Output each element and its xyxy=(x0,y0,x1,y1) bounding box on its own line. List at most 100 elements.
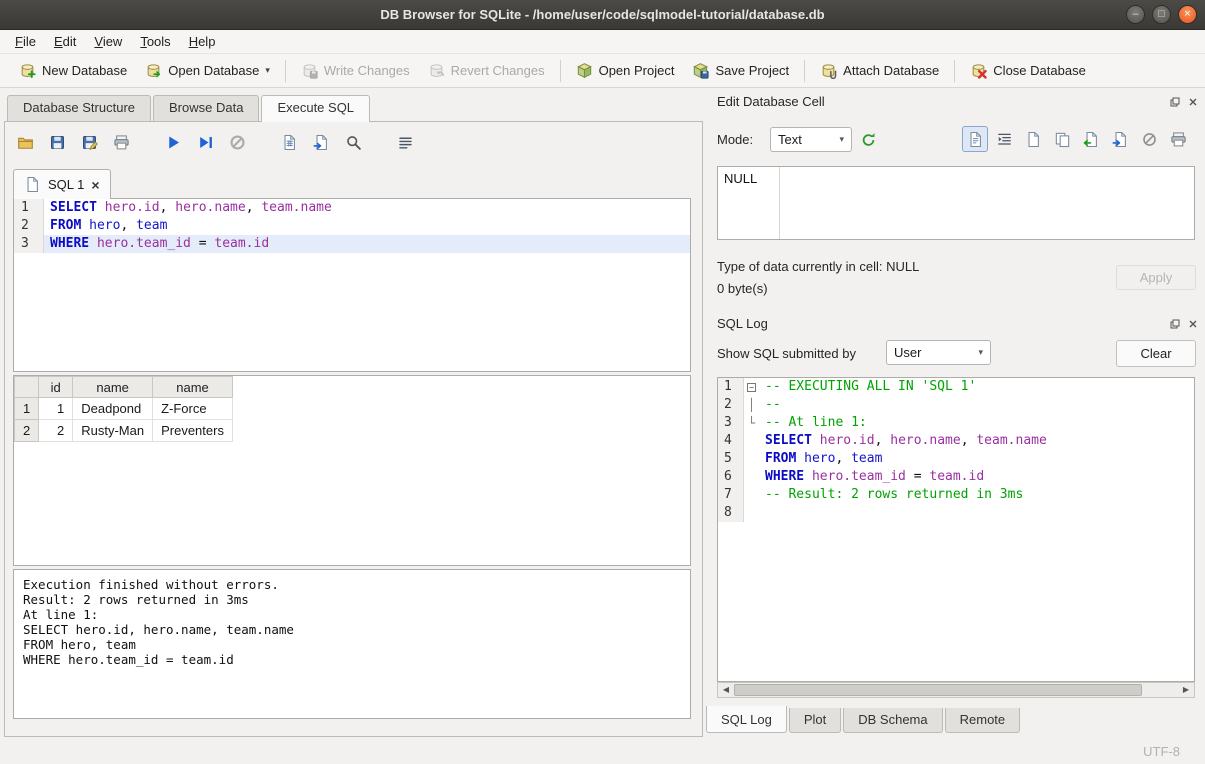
write-changes-button: Write Changes xyxy=(292,58,419,83)
revert-changes-button: Revert Changes xyxy=(419,58,554,83)
right-panel: Edit Database Cell Mode: Text▾ NULL Type… xyxy=(705,88,1205,764)
close-database-button[interactable]: Close Database xyxy=(961,58,1095,83)
mode-combobox[interactable]: Text▾ xyxy=(770,127,852,152)
code-line: 2│-- xyxy=(718,396,1194,414)
find-replace-button[interactable] xyxy=(341,130,365,154)
scroll-left-icon[interactable]: ◀ xyxy=(718,683,734,697)
table-cell[interactable]: 2 xyxy=(39,420,73,442)
log-filter-combobox[interactable]: User▾ xyxy=(886,340,991,365)
toolbar-label: New Database xyxy=(42,63,127,78)
column-header[interactable]: id xyxy=(39,377,73,398)
auto-switch-mode-button[interactable] xyxy=(856,127,880,151)
execution-message-pane: Execution finished without errors.Result… xyxy=(13,569,691,719)
close-button[interactable]: × xyxy=(1178,5,1197,24)
cell-size-info: 0 byte(s) xyxy=(717,281,768,296)
play-bar-icon xyxy=(197,134,214,151)
menu-view[interactable]: View xyxy=(85,31,131,52)
log-filter-value: User xyxy=(894,345,921,360)
export-results-button[interactable] xyxy=(277,130,301,154)
apply-button: Apply xyxy=(1116,265,1196,290)
sql-editor[interactable]: 1SELECT hero.id, hero.name, team.name2FR… xyxy=(13,198,691,372)
code-line: 8 xyxy=(718,504,1194,522)
maximize-button[interactable]: □ xyxy=(1152,5,1171,24)
dock-tab-bar: SQL LogPlotDB SchemaRemote xyxy=(706,708,1022,733)
code-line: 6WHERE hero.team_id = team.id xyxy=(718,468,1194,486)
save-sql-file-as-button[interactable] xyxy=(77,130,101,154)
import-cell-button[interactable] xyxy=(1078,126,1104,152)
format-text-button[interactable] xyxy=(962,126,988,152)
open-sql-file-button[interactable] xyxy=(13,130,37,154)
table-cell[interactable]: Rusty-Man xyxy=(73,420,153,442)
fold-marker[interactable]: − xyxy=(744,378,759,396)
attach-database-button[interactable]: Attach Database xyxy=(811,58,948,83)
doc-grid-icon xyxy=(281,134,298,151)
undock-icon[interactable] xyxy=(1168,317,1181,330)
bottom-tab-db-schema[interactable]: DB Schema xyxy=(843,708,942,733)
export-cell-button[interactable] xyxy=(1107,126,1133,152)
cell-type-info: Type of data currently in cell: NULL xyxy=(717,259,919,274)
minimize-button[interactable]: – xyxy=(1126,5,1145,24)
close-tab-icon[interactable]: × xyxy=(91,179,99,191)
code-line: 4SELECT hero.id, hero.name, team.name xyxy=(718,432,1194,450)
copy-cell-button[interactable] xyxy=(1049,126,1075,152)
table-cell[interactable]: Preventers xyxy=(153,420,233,442)
cell-editor[interactable]: NULL xyxy=(717,166,1195,240)
row-number[interactable]: 2 xyxy=(15,420,39,442)
db-attach-icon xyxy=(820,62,837,79)
fold-marker: │ xyxy=(744,396,759,414)
save-sql-file-button[interactable] xyxy=(45,130,69,154)
results-grid[interactable]: idnamename11DeadpondZ-Force22Rusty-ManPr… xyxy=(13,375,691,566)
find-icon xyxy=(345,134,362,151)
open-database-button[interactable]: Open Database▾ xyxy=(136,58,279,83)
open-external-button[interactable] xyxy=(1020,126,1046,152)
log-horizontal-scrollbar[interactable]: ◀ ▶ xyxy=(717,682,1195,698)
column-header[interactable]: name xyxy=(73,377,153,398)
message-line: WHERE hero.team_id = team.id xyxy=(23,652,681,667)
sql-tab[interactable]: SQL 1 × xyxy=(13,169,111,199)
play-icon xyxy=(165,134,182,151)
bottom-tab-remote[interactable]: Remote xyxy=(945,708,1021,733)
results-table: idnamename11DeadpondZ-Force22Rusty-ManPr… xyxy=(14,376,233,442)
clear-log-button[interactable]: Clear xyxy=(1116,340,1196,367)
scroll-right-icon[interactable]: ▶ xyxy=(1178,683,1194,697)
edit-cell-panel-controls xyxy=(1168,95,1199,108)
column-header[interactable]: name xyxy=(153,377,233,398)
toolbar-separator xyxy=(285,60,286,82)
undock-icon[interactable] xyxy=(1168,95,1181,108)
sql-log-view[interactable]: 1−-- EXECUTING ALL IN 'SQL 1'2│--3└-- At… xyxy=(717,377,1195,682)
tab-execute-sql[interactable]: Execute SQL xyxy=(261,95,370,122)
table-cell[interactable]: Z-Force xyxy=(153,398,233,420)
table-cell[interactable]: 1 xyxy=(39,398,73,420)
save-project-button[interactable]: Save Project xyxy=(683,58,798,83)
row-number[interactable]: 1 xyxy=(15,398,39,420)
tab-browse-data[interactable]: Browse Data xyxy=(153,95,259,121)
printer-icon xyxy=(1170,131,1187,148)
open-project-button[interactable]: Open Project xyxy=(567,58,684,83)
execute-current-line-button[interactable] xyxy=(193,130,217,154)
bottom-tab-plot[interactable]: Plot xyxy=(789,708,841,733)
close-panel-icon[interactable] xyxy=(1186,95,1199,108)
new-database-button[interactable]: New Database xyxy=(10,58,136,83)
code-line: 5FROM hero, team xyxy=(718,450,1194,468)
format-indent-button[interactable] xyxy=(991,126,1017,152)
close-panel-icon[interactable] xyxy=(1186,317,1199,330)
proj-open-icon xyxy=(576,62,593,79)
print-sql-button[interactable] xyxy=(109,130,133,154)
word-wrap-button[interactable] xyxy=(393,130,417,154)
scrollbar-thumb[interactable] xyxy=(734,684,1142,696)
table-cell[interactable]: Deadpond xyxy=(73,398,153,420)
code-line: 1SELECT hero.id, hero.name, team.name xyxy=(14,199,690,217)
menu-help[interactable]: Help xyxy=(180,31,225,52)
main-tab-bar: Database StructureBrowse DataExecute SQL xyxy=(4,95,703,121)
menu-file[interactable]: File xyxy=(6,31,45,52)
dropdown-caret-icon[interactable]: ▾ xyxy=(265,65,270,76)
bottom-tab-sql-log[interactable]: SQL Log xyxy=(706,706,787,733)
menu-tools[interactable]: Tools xyxy=(131,31,179,52)
save-results-button[interactable] xyxy=(309,130,333,154)
set-null-button[interactable] xyxy=(1136,126,1162,152)
execute-all-button[interactable] xyxy=(161,130,185,154)
stop-execution-button xyxy=(225,130,249,154)
print-cell-button[interactable] xyxy=(1165,126,1191,152)
tab-database-structure[interactable]: Database Structure xyxy=(7,95,151,121)
menu-edit[interactable]: Edit xyxy=(45,31,85,52)
